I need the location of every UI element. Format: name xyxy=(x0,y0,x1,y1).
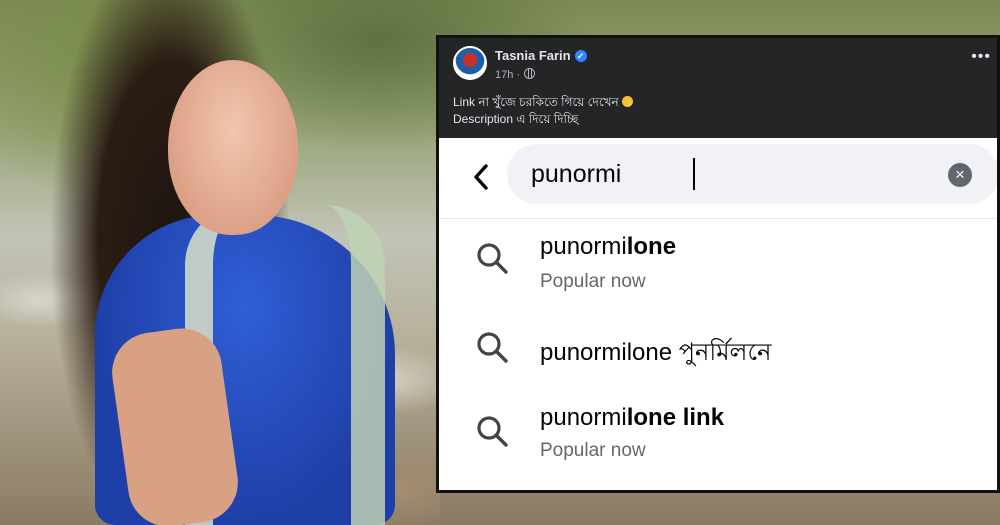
post-text: Link না খুঁজে চরকিতে গিয়ে দেখেন Descrip… xyxy=(453,94,633,128)
verified-badge-icon: ✓ xyxy=(574,50,587,62)
search-suggestion-3[interactable]: punormilone link Popular now xyxy=(439,388,997,468)
post-header: Tasnia Farin ✓ 17h · ••• Link না খুঁজে চর… xyxy=(439,38,997,138)
suggestion-title: punormilone link xyxy=(540,404,725,431)
woman-face xyxy=(168,60,298,235)
post-text-line-2: Description এ দিয়ে দিচ্ছি xyxy=(453,112,579,126)
suggestion-title: punormilone xyxy=(540,233,677,260)
search-suggestion-1[interactable]: punormilone Popular now xyxy=(439,219,997,299)
suggestion-subtitle: Popular now xyxy=(540,440,646,461)
worried-face-emoji xyxy=(621,96,633,107)
more-options-icon[interactable]: ••• xyxy=(971,48,991,66)
search-icon xyxy=(477,332,508,363)
author-avatar[interactable] xyxy=(453,46,487,80)
author-name-text: Tasnia Farin xyxy=(495,48,571,63)
suggestion-subtitle: Popular now xyxy=(540,271,646,292)
post-time[interactable]: 17h xyxy=(495,69,513,81)
search-icon xyxy=(477,243,508,274)
post-text-line-1: Link না খুঁজে চরকিতে গিয়ে দেখেন xyxy=(453,94,633,111)
author-name[interactable]: Tasnia Farin ✓ xyxy=(495,48,587,63)
text-caret xyxy=(693,158,695,190)
post-meta: 17h · xyxy=(495,68,536,81)
suggestion-title: punormilone পুনর্মিলনে xyxy=(540,339,772,366)
search-input[interactable] xyxy=(531,154,911,194)
back-chevron-icon[interactable] xyxy=(467,162,497,192)
clear-icon[interactable]: × xyxy=(948,163,972,187)
globe-icon xyxy=(524,68,536,79)
search-icon xyxy=(477,416,508,447)
search-suggestion-2[interactable]: punormilone পুনর্মিলনে xyxy=(439,308,997,388)
facebook-post-screenshot: Tasnia Farin ✓ 17h · ••• Link না খুঁজে চর… xyxy=(436,35,1000,493)
search-bar-area: × xyxy=(439,138,997,219)
search-box[interactable]: × xyxy=(507,144,997,204)
